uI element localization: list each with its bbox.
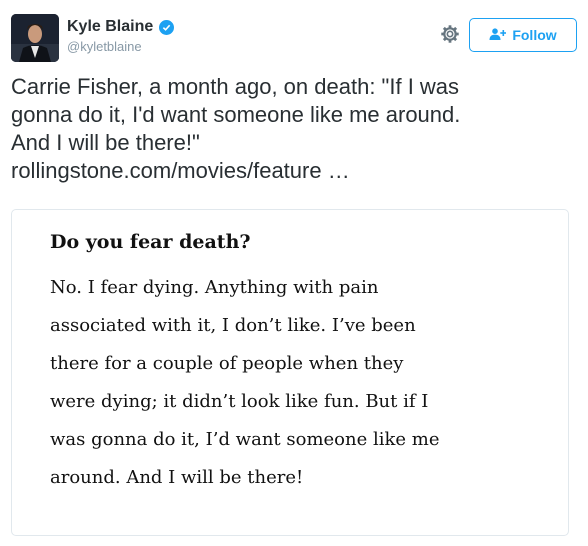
verified-badge-icon	[159, 19, 175, 35]
avatar[interactable]	[11, 14, 59, 62]
author-name-row: Kyle Blaine	[67, 18, 175, 36]
tweet-header: Kyle Blaine @kyletblaine Follow	[11, 9, 577, 65]
quote-image-card[interactable]: Do you fear death? No. I fear dying. Any…	[11, 209, 569, 536]
card-answer-line: were dying; it didn’t look like fun. But…	[50, 391, 429, 412]
follow-label: Follow	[512, 27, 557, 43]
gear-icon[interactable]	[439, 23, 461, 45]
display-name[interactable]: Kyle Blaine	[67, 18, 153, 36]
author-handle[interactable]: @kyletblaine	[67, 39, 174, 54]
tweet-text-line: And I will be there!"	[11, 130, 200, 155]
follow-button[interactable]: Follow	[469, 18, 577, 52]
card-answer-line: there for a couple of people when they	[50, 353, 404, 374]
tweet-text-line: Carrie Fisher, a month ago, on death: "I…	[11, 74, 460, 99]
card-answer-line: around. And I will be there!	[50, 467, 304, 488]
card-answer-line: No. I fear dying. Anything with pain	[50, 277, 379, 298]
avatar-image	[11, 14, 59, 62]
tweet-text: Carrie Fisher, a month ago, on death: "I…	[11, 73, 581, 185]
tweet-link[interactable]: rollingstone.com/movies/feature …	[11, 157, 581, 185]
author-block: Kyle Blaine @kyletblaine	[67, 18, 175, 54]
card-question: Do you fear death?	[50, 231, 251, 253]
card-answer-line: was gonna do it, I’d want someone like m…	[50, 429, 440, 450]
card-answer-line: associated with it, I don’t like. I’ve b…	[50, 315, 416, 336]
add-user-icon	[489, 27, 507, 43]
tweet-text-line: gonna do it, I'd want someone like me ar…	[11, 102, 461, 127]
card-answer: No. I fear dying. Anything with pain ass…	[50, 269, 440, 497]
